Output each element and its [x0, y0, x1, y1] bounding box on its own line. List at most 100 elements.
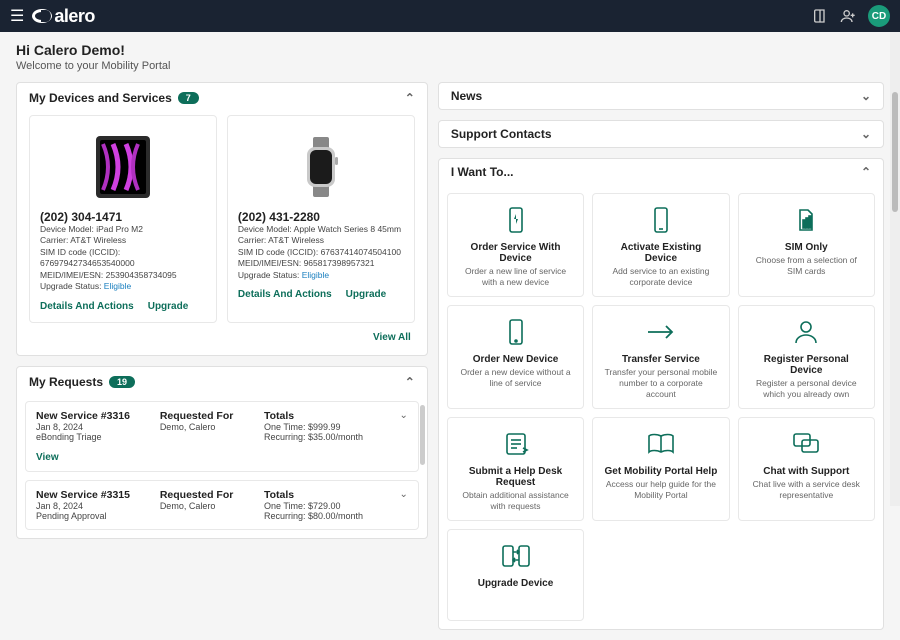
- logo[interactable]: alero: [32, 6, 95, 27]
- requests-count-badge: 19: [109, 376, 135, 388]
- request-card: New Service #3315 Jan 8, 2024 Pending Ap…: [25, 480, 419, 530]
- device-sim: SIM ID code (ICCID): 6769794273465354000…: [40, 247, 206, 270]
- news-header[interactable]: News ⌄: [439, 83, 883, 109]
- book-icon[interactable]: [812, 8, 828, 24]
- requests-header[interactable]: My Requests 19 ⌃: [17, 367, 427, 397]
- request-status: eBonding Triage: [36, 432, 154, 442]
- request-title: New Service #3316: [36, 410, 154, 422]
- chevron-up-icon: ⌃: [405, 91, 415, 105]
- tile-title: Register Personal Device: [749, 354, 864, 376]
- sim-icon: [794, 206, 818, 234]
- tile-title: Order Service With Device: [458, 242, 573, 264]
- chevron-up-icon: ⌃: [861, 165, 871, 179]
- request-status: Pending Approval: [36, 511, 154, 521]
- tile-transfer-service[interactable]: Transfer Service Transfer your personal …: [592, 305, 729, 409]
- tile-register-device[interactable]: Register Personal Device Register a pers…: [738, 305, 875, 409]
- totals-recurring: Recurring: $80.00/month: [264, 511, 382, 521]
- requests-panel: My Requests 19 ⌃ New Service #3316 Jan 8…: [16, 366, 428, 539]
- news-label: News: [451, 89, 482, 103]
- top-bar: ☰ alero CD: [0, 0, 900, 32]
- greeting-subtitle: Welcome to your Mobility Portal: [16, 60, 884, 72]
- avatar[interactable]: CD: [868, 5, 890, 27]
- tile-order-device[interactable]: Order New Device Order a new device with…: [447, 305, 584, 409]
- ipad-icon: [88, 132, 158, 202]
- tile-title: Submit a Help Desk Request: [458, 466, 573, 488]
- requested-for-label: Requested For: [160, 410, 258, 422]
- open-book-icon: [647, 432, 675, 456]
- details-link[interactable]: Details And Actions: [40, 301, 134, 312]
- devices-panel: My Devices and Services 7 ⌃: [16, 82, 428, 356]
- device-phone: (202) 304-1471: [40, 210, 206, 224]
- phone-bolt-icon: [504, 206, 528, 234]
- user-add-icon[interactable]: [840, 8, 856, 24]
- greeting-title: Hi Calero Demo!: [16, 42, 884, 58]
- menu-icon[interactable]: ☰: [10, 6, 24, 26]
- tile-upgrade-device[interactable]: Upgrade Device: [447, 529, 584, 621]
- upgrade-link[interactable]: Upgrade: [148, 301, 189, 312]
- contacts-panel: Support Contacts ⌄: [438, 120, 884, 148]
- device-card: (202) 431-2280 Device Model: Apple Watch…: [227, 115, 415, 323]
- device-card: (202) 304-1471 Device Model: iPad Pro M2…: [29, 115, 217, 323]
- requests-scrollbar[interactable]: [420, 405, 425, 465]
- request-title: New Service #3315: [36, 489, 154, 501]
- logo-mark-icon: [32, 9, 52, 23]
- iwantto-panel: I Want To... ⌃ Order Service With Device…: [438, 158, 884, 630]
- iwantto-header[interactable]: I Want To... ⌃: [439, 159, 883, 185]
- device-model: Device Model: iPad Pro M2: [40, 224, 206, 235]
- totals-recurring: Recurring: $35.00/month: [264, 432, 382, 442]
- devices-header-label: My Devices and Services: [29, 91, 172, 105]
- chevron-down-icon: ⌄: [861, 89, 871, 103]
- tile-desc: Order a new line of service with a new d…: [458, 266, 573, 288]
- greeting: Hi Calero Demo! Welcome to your Mobility…: [16, 42, 884, 72]
- device-sim: SIM ID code (ICCID): 67637414074504100: [238, 247, 404, 258]
- devices-count-badge: 7: [178, 92, 199, 104]
- requested-for: Demo, Calero: [160, 422, 258, 432]
- phone-icon: [649, 206, 673, 234]
- logo-text: alero: [54, 6, 95, 27]
- devices-header[interactable]: My Devices and Services 7 ⌃: [17, 83, 427, 113]
- page-scrollbar-track[interactable]: [890, 32, 900, 506]
- tile-desc: Transfer your personal mobile number to …: [603, 367, 718, 400]
- chevron-up-icon: ⌃: [405, 375, 415, 389]
- tile-order-service-device[interactable]: Order Service With Device Order a new li…: [447, 193, 584, 297]
- device-imei: MEID/IMEI/ESN: 965817398957321: [238, 258, 404, 269]
- device-imei: MEID/IMEI/ESN: 253904358734095: [40, 270, 206, 281]
- totals-label: Totals: [264, 410, 382, 422]
- details-link[interactable]: Details And Actions: [238, 289, 332, 300]
- tile-title: SIM Only: [785, 242, 828, 253]
- totals-label: Totals: [264, 489, 382, 501]
- tile-desc: Obtain additional assistance with reques…: [458, 490, 573, 512]
- form-icon: [503, 431, 529, 457]
- tile-title: Get Mobility Portal Help: [605, 466, 718, 477]
- chat-icon: [792, 432, 820, 456]
- tile-desc: Order a new device without a line of ser…: [458, 367, 573, 389]
- view-link[interactable]: View: [36, 452, 59, 463]
- tile-title: Transfer Service: [622, 354, 700, 365]
- device-upgrade-status: Upgrade Status: Eligible: [40, 281, 206, 292]
- iwantto-label: I Want To...: [451, 165, 514, 179]
- chevron-down-icon[interactable]: ⌄: [388, 489, 408, 521]
- device-model: Device Model: Apple Watch Series 8 45mm: [238, 224, 404, 235]
- tile-desc: Chat live with a service desk representa…: [749, 479, 864, 501]
- arrow-right-icon: [646, 322, 676, 342]
- page-scrollbar-thumb[interactable]: [892, 92, 898, 212]
- tile-activate-device[interactable]: Activate Existing Device Add service to …: [592, 193, 729, 297]
- tile-desc: Choose from a selection of SIM cards: [749, 255, 864, 277]
- news-panel: News ⌄: [438, 82, 884, 110]
- tile-title: Upgrade Device: [478, 578, 554, 589]
- requests-header-label: My Requests: [29, 375, 103, 389]
- view-all-link[interactable]: View All: [373, 332, 411, 343]
- tile-sim-only[interactable]: SIM Only Choose from a selection of SIM …: [738, 193, 875, 297]
- tile-desc: Register a personal device which you alr…: [749, 378, 864, 400]
- tile-desc: Add service to an existing corporate dev…: [603, 266, 718, 288]
- request-date: Jan 8, 2024: [36, 422, 154, 432]
- contacts-header[interactable]: Support Contacts ⌄: [439, 121, 883, 147]
- device-phone: (202) 431-2280: [238, 210, 404, 224]
- device-carrier: Carrier: AT&T Wireless: [238, 235, 404, 246]
- upgrade-link[interactable]: Upgrade: [346, 289, 387, 300]
- chevron-down-icon: ⌄: [861, 127, 871, 141]
- chevron-down-icon[interactable]: ⌄: [388, 410, 408, 442]
- totals-onetime: One Time: $999.99: [264, 422, 382, 432]
- tile-title: Activate Existing Device: [603, 242, 718, 264]
- user-icon: [793, 319, 819, 345]
